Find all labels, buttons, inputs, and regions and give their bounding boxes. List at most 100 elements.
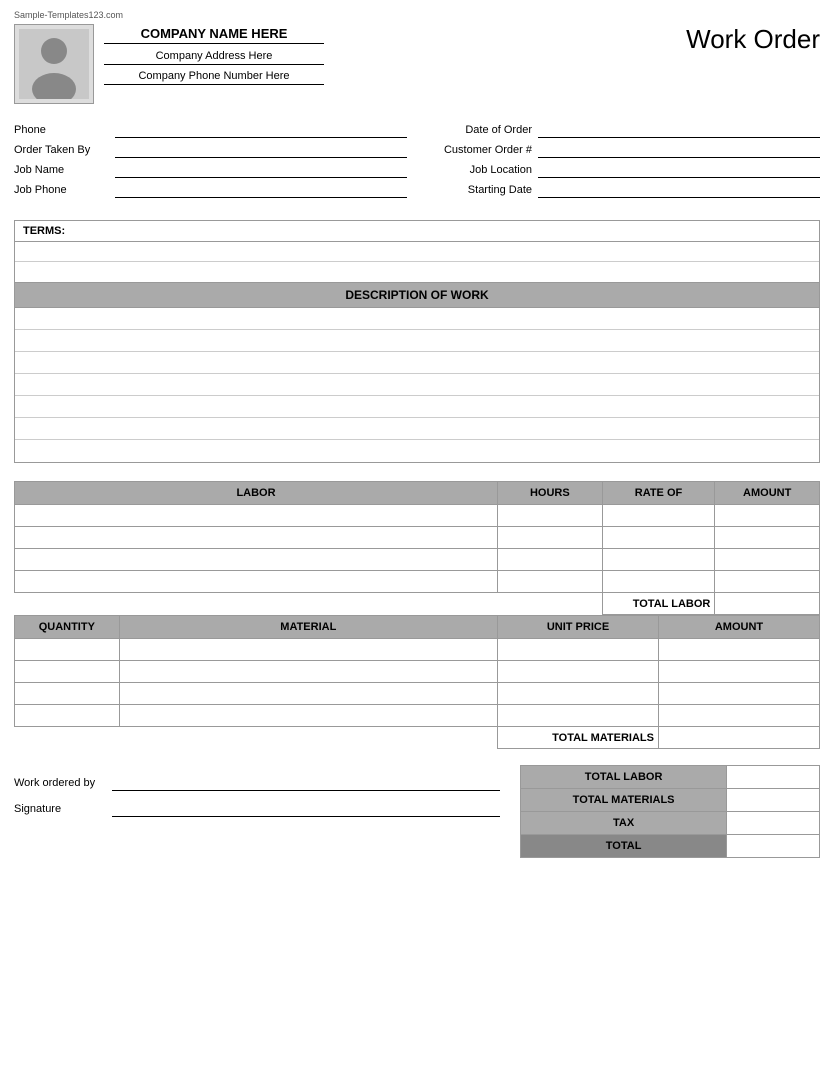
header-left: COMPANY NAME HERE Company Address Here C… (14, 24, 324, 104)
totals-section: TOTAL LABOR TOTAL MATERIALS TAX TOTAL (520, 765, 820, 858)
totals-tax-label: TAX (521, 812, 727, 835)
desc-row-5[interactable] (15, 396, 819, 418)
job-name-label: Job Name (14, 164, 109, 176)
mat-row-4[interactable] (15, 705, 820, 727)
starting-date-row: Starting Date (427, 182, 820, 198)
desc-row-1[interactable] (15, 308, 819, 330)
desc-rows (14, 308, 820, 463)
total-materials-value[interactable] (658, 727, 819, 749)
mat-r3-material[interactable] (119, 683, 497, 705)
job-name-input[interactable] (115, 162, 407, 178)
labor-row-2[interactable] (15, 527, 820, 549)
labor-r1-hours[interactable] (498, 505, 603, 527)
work-ordered-row: Work ordered by (14, 775, 500, 791)
desc-row-4[interactable] (15, 374, 819, 396)
totals-materials-value[interactable] (727, 789, 820, 812)
labor-r2-hours[interactable] (498, 527, 603, 549)
mat-row-1[interactable] (15, 639, 820, 661)
job-phone-input[interactable] (115, 182, 407, 198)
mat-r1-amount[interactable] (658, 639, 819, 661)
mat-r3-amount[interactable] (658, 683, 819, 705)
labor-r3-amount[interactable] (715, 549, 820, 571)
labor-row-3[interactable] (15, 549, 820, 571)
desc-row-6[interactable] (15, 418, 819, 440)
bottom-section: Work ordered by Signature TOTAL LABOR TO… (14, 765, 820, 858)
desc-row-2[interactable] (15, 330, 819, 352)
mat-r1-qty[interactable] (15, 639, 120, 661)
labor-r3-desc[interactable] (15, 549, 498, 571)
company-name: COMPANY NAME HERE (104, 26, 324, 44)
totals-total-label: TOTAL (521, 835, 727, 858)
mat-r4-unitprice[interactable] (497, 705, 658, 727)
job-phone-row: Job Phone (14, 182, 407, 198)
totals-materials-row: TOTAL MATERIALS (521, 789, 820, 812)
mat-row-2[interactable] (15, 661, 820, 683)
signature-input[interactable] (112, 801, 500, 817)
job-phone-label: Job Phone (14, 184, 109, 196)
labor-r1-amount[interactable] (715, 505, 820, 527)
phone-label: Phone (14, 124, 109, 136)
header: COMPANY NAME HERE Company Address Here C… (14, 24, 820, 104)
date-order-input[interactable] (538, 122, 820, 138)
total-labor-value[interactable] (715, 593, 820, 615)
work-ordered-input[interactable] (112, 775, 500, 791)
labor-r2-amount[interactable] (715, 527, 820, 549)
mat-col-qty: QUANTITY (15, 616, 120, 639)
company-info: COMPANY NAME HERE Company Address Here C… (104, 24, 324, 88)
phone-input[interactable] (115, 122, 407, 138)
labor-r4-rate[interactable] (602, 571, 715, 593)
mat-col-material: MATERIAL (119, 616, 497, 639)
date-order-row: Date of Order (427, 122, 820, 138)
labor-r1-rate[interactable] (602, 505, 715, 527)
mat-r2-unitprice[interactable] (497, 661, 658, 683)
mat-row-3[interactable] (15, 683, 820, 705)
company-address: Company Address Here (104, 48, 324, 65)
terms-row-2[interactable] (15, 262, 819, 282)
labor-row-1[interactable] (15, 505, 820, 527)
labor-r2-rate[interactable] (602, 527, 715, 549)
totals-total-value[interactable] (727, 835, 820, 858)
mat-r1-unitprice[interactable] (497, 639, 658, 661)
total-materials-row: TOTAL MATERIALS (15, 727, 820, 749)
customer-order-input[interactable] (538, 142, 820, 158)
work-order-title: Work Order (686, 24, 820, 55)
mat-r2-qty[interactable] (15, 661, 120, 683)
desc-row-7[interactable] (15, 440, 819, 462)
date-order-label: Date of Order (427, 124, 532, 136)
labor-table: LABOR HOURS RATE OF AMOUNT (14, 481, 820, 615)
labor-r3-hours[interactable] (498, 549, 603, 571)
total-labor-label: TOTAL LABOR (602, 593, 715, 615)
mat-r3-unitprice[interactable] (497, 683, 658, 705)
totals-table: TOTAL LABOR TOTAL MATERIALS TAX TOTAL (520, 765, 820, 858)
customer-order-row: Customer Order # (427, 142, 820, 158)
form-left: Phone Order Taken By Job Name Job Phone (14, 122, 407, 202)
mat-r3-qty[interactable] (15, 683, 120, 705)
labor-row-4[interactable] (15, 571, 820, 593)
labor-r4-hours[interactable] (498, 571, 603, 593)
mat-r4-amount[interactable] (658, 705, 819, 727)
labor-r1-desc[interactable] (15, 505, 498, 527)
labor-r4-amount[interactable] (715, 571, 820, 593)
order-taken-row: Order Taken By (14, 142, 407, 158)
starting-date-input[interactable] (538, 182, 820, 198)
job-location-input[interactable] (538, 162, 820, 178)
labor-r2-desc[interactable] (15, 527, 498, 549)
order-taken-label: Order Taken By (14, 144, 109, 156)
mat-r2-amount[interactable] (658, 661, 819, 683)
totals-labor-value[interactable] (727, 766, 820, 789)
mat-r4-qty[interactable] (15, 705, 120, 727)
mat-col-unitprice: UNIT PRICE (497, 616, 658, 639)
avatar (14, 24, 94, 104)
mat-r1-material[interactable] (119, 639, 497, 661)
totals-tax-value[interactable] (727, 812, 820, 835)
desc-row-3[interactable] (15, 352, 819, 374)
mat-r4-material[interactable] (119, 705, 497, 727)
materials-table: QUANTITY MATERIAL UNIT PRICE AMOUNT (14, 615, 820, 749)
desc-header: DESCRIPTION OF WORK (14, 283, 820, 308)
mat-r2-material[interactable] (119, 661, 497, 683)
labor-r4-desc[interactable] (15, 571, 498, 593)
order-taken-input[interactable] (115, 142, 407, 158)
labor-r3-rate[interactable] (602, 549, 715, 571)
terms-row-1[interactable] (15, 242, 819, 262)
work-ordered-label: Work ordered by (14, 777, 104, 789)
